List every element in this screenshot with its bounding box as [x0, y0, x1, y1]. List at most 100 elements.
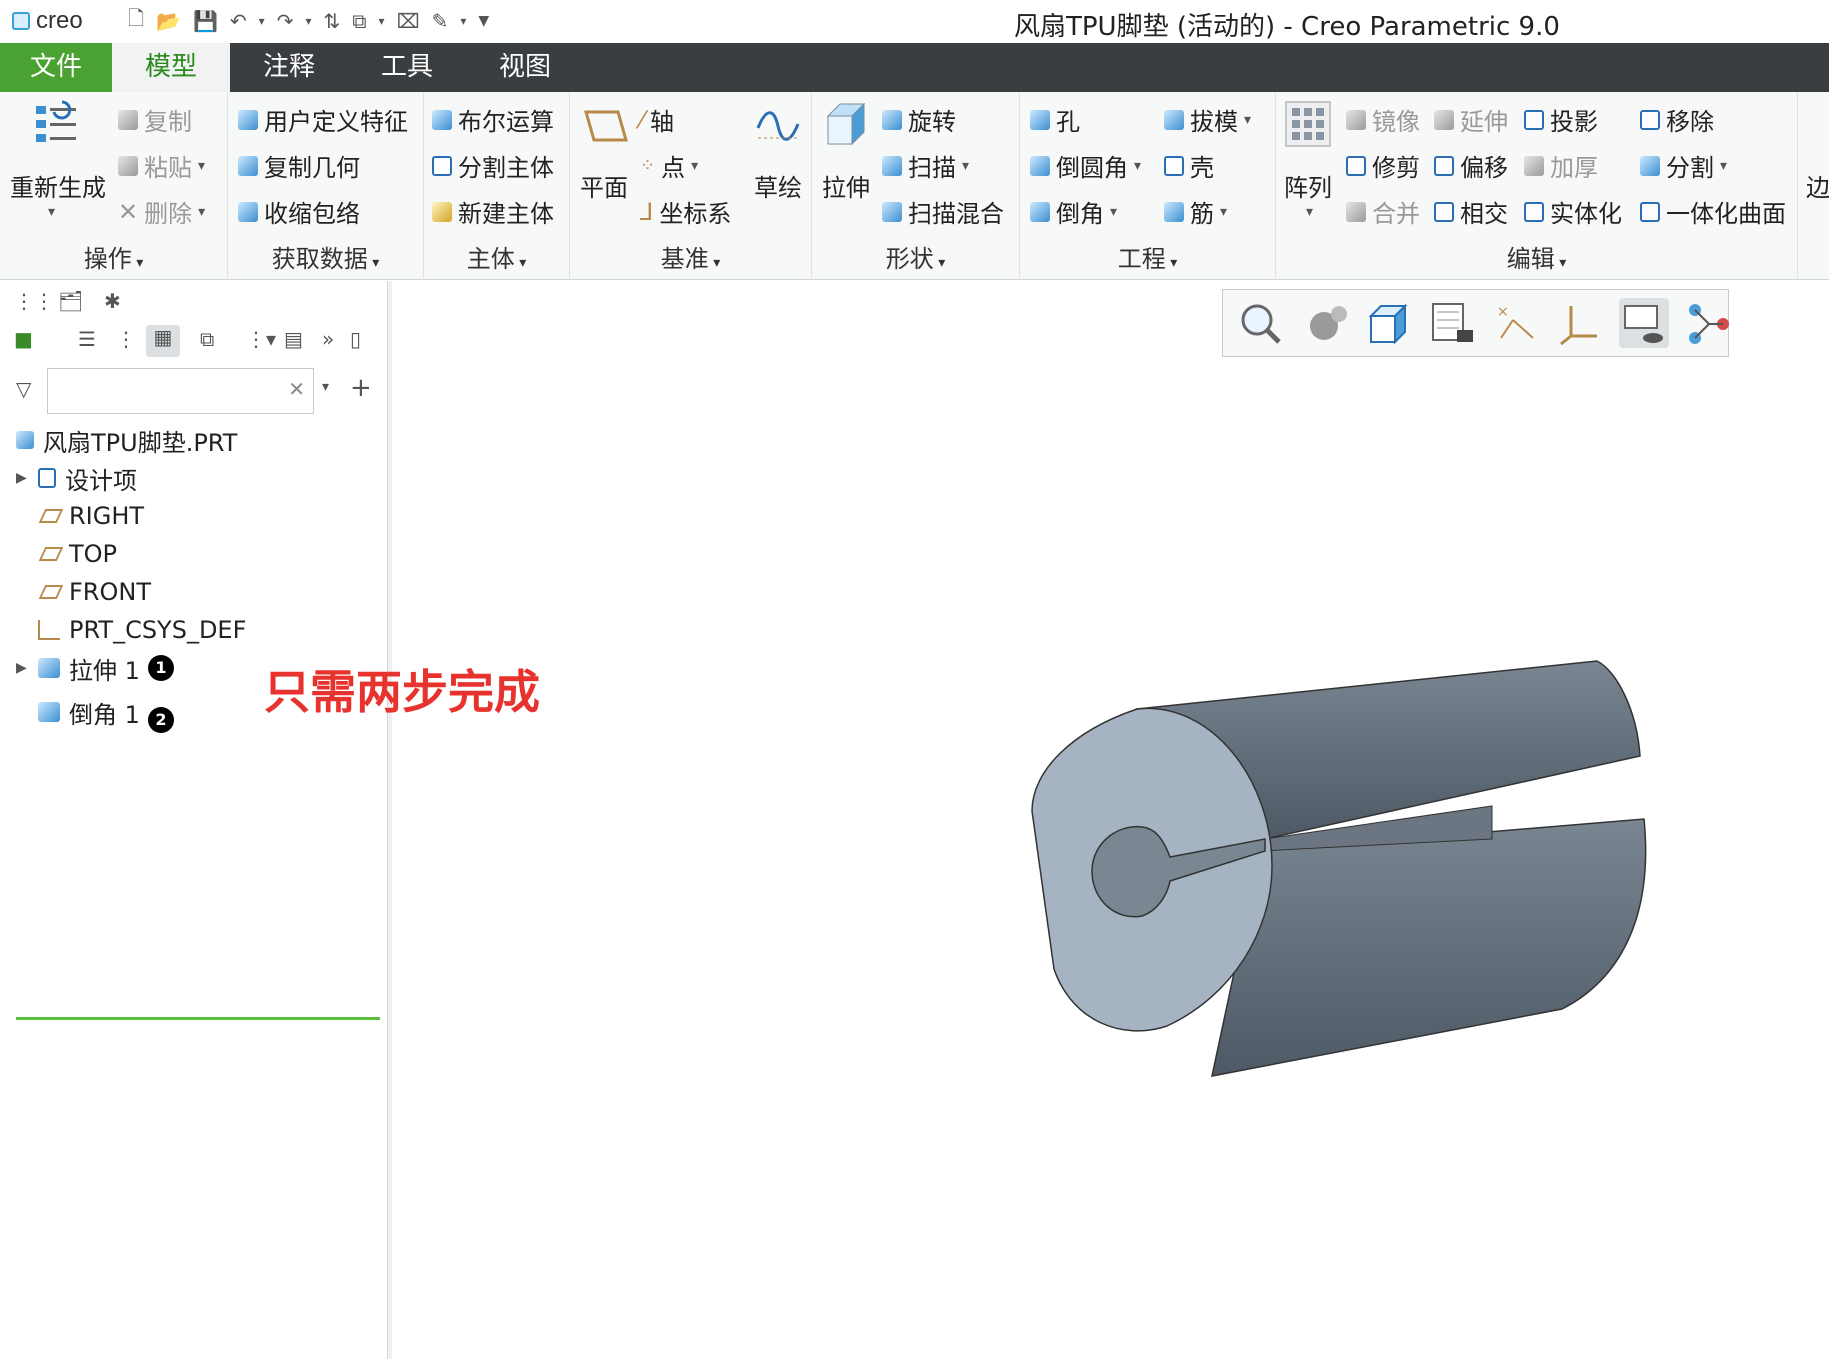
copy-button[interactable]: 复制 — [118, 102, 192, 137]
tab-tools[interactable]: 工具 — [348, 43, 466, 92]
round-button[interactable]: 倒圆角 ▾ — [1030, 148, 1141, 183]
tree-item-chamfer[interactable]: 倒角 1 2 — [16, 695, 174, 733]
spin-center-icon[interactable] — [1683, 298, 1733, 348]
new-file-icon[interactable]: 🗋 — [128, 4, 144, 38]
remove-button[interactable]: 移除 — [1640, 102, 1714, 137]
folder-browser-tab-icon[interactable]: 🗂 — [58, 289, 83, 313]
group-editing-label[interactable]: 编辑 — [1276, 239, 1797, 274]
refit-icon[interactable] — [1235, 298, 1285, 348]
tree-item-design-items[interactable]: ▶ 设计项 — [16, 461, 137, 495]
boolean-button[interactable]: 布尔运算 — [432, 102, 554, 137]
tree-root[interactable]: 风扇TPU脚垫.PRT — [16, 423, 237, 457]
thicken-button[interactable]: 加厚 — [1524, 148, 1598, 183]
search-options-dropdown[interactable]: ▾ — [322, 379, 329, 395]
tree-layers-icon[interactable]: ▤ — [284, 327, 303, 351]
customize-qat-icon[interactable]: ▼ — [478, 13, 489, 29]
csys-display-icon[interactable] — [1555, 298, 1605, 348]
datum-display-filters-icon[interactable]: × — [1491, 298, 1541, 348]
rib-button[interactable]: 筋 ▾ — [1164, 194, 1227, 229]
group-shapes-label[interactable]: 形状 — [812, 239, 1019, 274]
expand-arrow-icon[interactable]: ▶ — [16, 660, 38, 676]
group-operations-label[interactable]: 操作 — [0, 239, 227, 274]
model-3d-view[interactable] — [392, 281, 1829, 1359]
swept-blend-button[interactable]: 扫描混合 — [882, 194, 1004, 229]
tree-item-right[interactable]: RIGHT — [16, 499, 144, 533]
tab-view[interactable]: 视图 — [466, 43, 584, 92]
mirror-button[interactable]: 镜像 — [1346, 102, 1420, 137]
csys-button[interactable]: ⅃ 坐标系 — [640, 194, 731, 229]
chamfer-button[interactable]: 倒角 ▾ — [1030, 194, 1117, 229]
shell-button[interactable]: 壳 — [1164, 148, 1214, 183]
project-button[interactable]: 投影 — [1524, 102, 1598, 137]
add-filter-icon[interactable]: + — [350, 373, 372, 403]
tree-expand-icon[interactable]: ⧉ — [200, 327, 214, 351]
overflow-group-button[interactable]: 边 — [1806, 168, 1829, 203]
redo-icon[interactable]: ↷ — [277, 9, 294, 33]
model-tree-tab-icon[interactable]: ⋮⋮ — [14, 289, 54, 313]
hole-button[interactable]: 孔 — [1030, 102, 1080, 137]
tree-filters-icon[interactable]: ⋮ — [116, 327, 136, 351]
undo-dropdown-icon[interactable]: ▾ — [259, 14, 265, 28]
extrude-button[interactable]: 拉伸 — [822, 168, 870, 203]
tab-file[interactable]: 文件 — [0, 43, 112, 92]
sweep-button[interactable]: 扫描 ▾ — [882, 148, 969, 183]
extend-button[interactable]: 延伸 — [1434, 102, 1508, 137]
tree-item-extrude[interactable]: ▶ 拉伸 1 1 — [16, 651, 174, 685]
udf-button[interactable]: 用户定义特征 — [238, 102, 408, 137]
offset-button[interactable]: 偏移 — [1434, 148, 1508, 183]
delete-button[interactable]: ✕ 删除 ▾ — [118, 194, 205, 229]
open-file-icon[interactable]: 📂 — [156, 9, 181, 33]
plane-button[interactable]: 平面 — [580, 168, 628, 203]
group-get-data-label[interactable]: 获取数据 — [228, 239, 423, 274]
display-style-icon[interactable] — [1299, 298, 1349, 348]
copy-geometry-button[interactable]: 复制几何 — [238, 148, 360, 183]
paste-button[interactable]: 粘贴 ▾ — [118, 148, 205, 183]
draft-button[interactable]: 拔模 ▾ — [1164, 102, 1251, 137]
tree-search-input[interactable]: ✕ — [47, 368, 314, 414]
insert-here-indicator[interactable] — [16, 1017, 380, 1020]
close-window-icon[interactable]: ⌧ — [397, 9, 420, 33]
group-body-label[interactable]: 主体 — [424, 239, 569, 274]
show-icon[interactable]: ▯ — [350, 327, 361, 351]
split-button[interactable]: 分割 ▾ — [1640, 148, 1727, 183]
solidify-button[interactable]: 实体化 — [1524, 194, 1622, 229]
saved-orientations-icon[interactable] — [1363, 298, 1413, 348]
revolve-button[interactable]: 旋转 — [882, 102, 956, 137]
trim-button[interactable]: 修剪 — [1346, 148, 1420, 183]
tree-item-top[interactable]: TOP — [16, 537, 117, 571]
tab-model[interactable]: 模型 — [112, 43, 230, 92]
intersect-button[interactable]: 相交 — [1434, 194, 1508, 229]
tree-settings-icon[interactable]: ▦ — [146, 325, 180, 357]
redo-dropdown-icon[interactable]: ▾ — [305, 14, 311, 28]
favorites-tab-icon[interactable]: ✱ — [104, 289, 121, 313]
graphics-window[interactable]: 只需两步完成 — [264, 281, 1829, 1359]
more-tools-icon[interactable]: » — [322, 327, 334, 351]
axis-button[interactable]: ⁄ 轴 — [640, 102, 674, 137]
sketch-button[interactable]: 草绘 — [754, 168, 802, 203]
model-icon[interactable]: ■ — [14, 327, 33, 351]
regenerate-button[interactable]: 重新生成 — [10, 168, 106, 203]
expand-arrow-icon[interactable]: ▶ — [16, 470, 38, 486]
tree-columns-icon[interactable]: ☰ — [78, 327, 96, 351]
new-body-button[interactable]: 新建主体 — [432, 194, 554, 229]
group-datum-label[interactable]: 基准 — [570, 239, 811, 274]
regenerate-qat-icon[interactable]: ⇅ — [324, 9, 341, 33]
view-manager-icon[interactable] — [1427, 298, 1477, 348]
display-icon[interactable]: ✎ — [432, 9, 449, 33]
split-body-button[interactable]: 分割主体 — [432, 148, 554, 183]
unify-surface-button[interactable]: 一体化曲面 — [1640, 194, 1786, 229]
point-button[interactable]: ⁘ 点 ▾ — [640, 148, 698, 183]
windows-dropdown-icon[interactable]: ▾ — [379, 14, 385, 28]
windows-icon[interactable]: ⧉ — [352, 9, 366, 33]
save-icon[interactable]: 💾 — [193, 9, 218, 33]
pattern-button[interactable]: 阵列 — [1284, 168, 1332, 203]
tab-annotate[interactable]: 注释 — [230, 43, 348, 92]
group-engineering-label[interactable]: 工程 — [1020, 239, 1275, 274]
tree-filter-icon[interactable]: ⋮▾ — [246, 327, 276, 351]
clear-search-icon[interactable]: ✕ — [288, 377, 305, 401]
tree-item-front[interactable]: FRONT — [16, 575, 151, 609]
merge-button[interactable]: 合并 — [1346, 194, 1420, 229]
annotation-display-icon[interactable] — [1619, 298, 1669, 348]
regenerate-dropdown[interactable]: ▾ — [48, 204, 55, 220]
tree-item-csys[interactable]: PRT_CSYS_DEF — [16, 613, 246, 647]
